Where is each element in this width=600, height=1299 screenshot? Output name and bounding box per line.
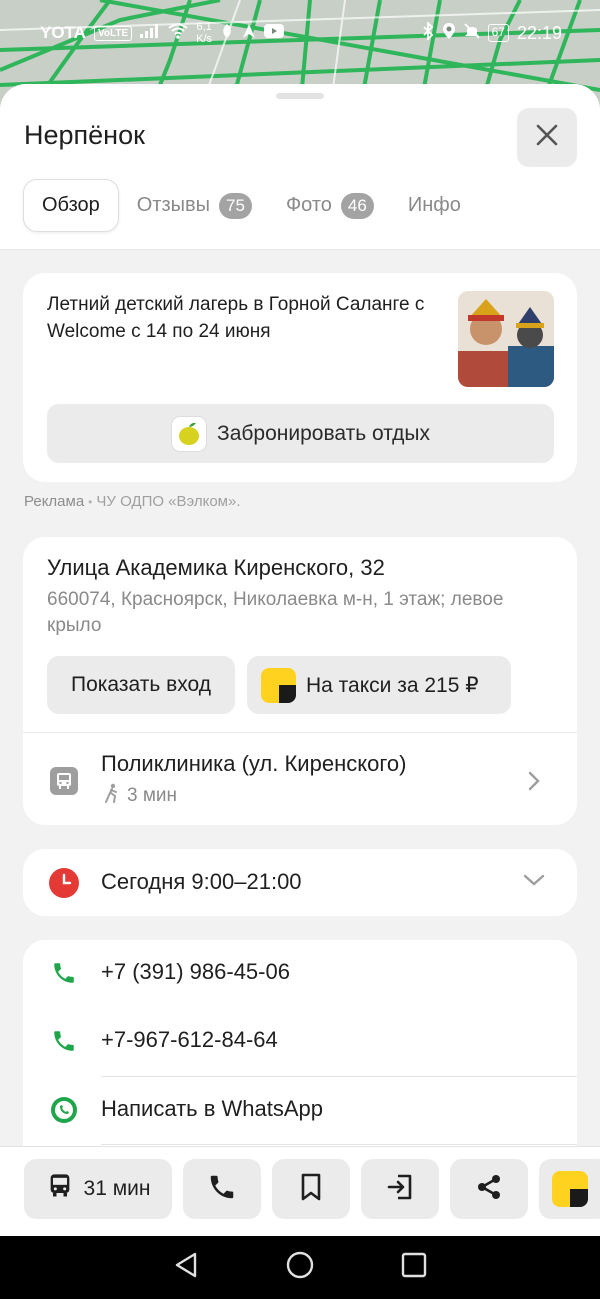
show-entrance-label: Показать вход	[71, 673, 211, 696]
home-icon[interactable]	[285, 1250, 315, 1285]
tab-overview[interactable]: Обзор	[23, 179, 119, 232]
wifi-icon	[168, 23, 188, 44]
book-vacation-button[interactable]: Забронировать отдых	[47, 404, 554, 463]
volte-badge: VoLTE	[93, 25, 133, 41]
phone-row-1[interactable]: +7 (391) 986-45-06	[23, 942, 577, 1002]
ad-label: Реклама	[24, 493, 85, 510]
ad-disclaimer: Реклама • ЧУ ОДПО «Вэлком».	[24, 493, 241, 510]
bookmark-icon	[299, 1173, 323, 1206]
address-card: Улица Академика Киренского, 32 660074, К…	[23, 537, 577, 825]
taxi-icon	[552, 1171, 588, 1207]
route-time-label: 31 мин	[83, 1177, 151, 1200]
close-icon	[536, 124, 558, 151]
entrance-button[interactable]	[361, 1159, 439, 1219]
phone-row-2[interactable]: +7-967-612-84-64	[23, 1010, 577, 1070]
whatsapp-label: Написать в WhatsApp	[101, 1096, 324, 1121]
walk-time-label: 3 мин	[127, 785, 178, 806]
bus-stop-icon	[50, 767, 78, 795]
working-hours-text: Сегодня 9:00–21:00	[101, 869, 302, 894]
share-button[interactable]	[450, 1159, 528, 1219]
carrier-label: YOTA	[40, 23, 86, 42]
tab-label: Инфо	[407, 194, 461, 216]
system-navigation-bar	[0, 1236, 600, 1299]
show-entrance-button[interactable]: Показать вход	[47, 656, 235, 714]
whatsapp-icon	[49, 1095, 79, 1125]
chevron-down-icon	[523, 873, 545, 892]
phone-icon	[207, 1172, 237, 1207]
lemon-icon	[171, 415, 208, 452]
network-speed: 6,1 K/s	[196, 21, 213, 45]
ad-text: Летний детский лагерь в Горной Саланге с…	[47, 294, 425, 342]
notification-icon	[220, 23, 234, 44]
tab-bar: Обзор Отзывы 75 Фото 46 Инфо	[23, 179, 495, 232]
bluetooth-icon	[422, 20, 434, 45]
phone-number-2: +7-967-612-84-64	[101, 1027, 278, 1052]
clock-icon	[49, 868, 79, 898]
youtube-icon	[264, 23, 285, 43]
taxi-icon	[261, 667, 296, 703]
ad-organization: ЧУ ОДПО «Вэлком».	[96, 493, 241, 510]
ad-photo[interactable]	[458, 291, 554, 387]
stop-name: Поликлиника (ул. Киренского)	[101, 751, 407, 776]
working-hours-card[interactable]: Сегодня 9:00–21:00	[23, 849, 577, 916]
place-card-sheet: Нерпёнок Обзор Отзывы 75 Фото 46 Инфо Ле…	[0, 84, 600, 1236]
tab-photos[interactable]: Фото 46	[286, 179, 374, 232]
battery-indicator: 67	[487, 24, 509, 42]
taxi-button-label: На такси за 215 ₽	[306, 673, 479, 697]
phone-icon	[49, 958, 79, 988]
tab-label: Фото	[285, 194, 332, 216]
entrance-icon	[386, 1173, 414, 1206]
sheet-header: Нерпёнок Обзор Отзывы 75 Фото 46 Инфо	[0, 84, 600, 250]
phone-number-1: +7 (391) 986-45-06	[101, 959, 290, 984]
whatsapp-row[interactable]: Написать в WhatsApp	[23, 1079, 577, 1139]
divider	[101, 1076, 577, 1077]
divider	[101, 1144, 577, 1145]
book-button-label: Забронировать отдых	[217, 421, 430, 445]
address-details: 660074, Красноярск, Николаевка м-н, 1 эт…	[47, 589, 504, 636]
address-street[interactable]: Улица Академика Киренского, 32	[47, 555, 385, 581]
route-button[interactable]: 31 мин	[24, 1159, 172, 1219]
separator-dot: •	[88, 495, 93, 509]
signal-icon	[140, 23, 160, 43]
reviews-count-badge: 75	[219, 192, 252, 219]
tab-label: Обзор	[42, 194, 100, 216]
walking-icon	[103, 783, 121, 809]
recents-icon[interactable]	[401, 1252, 427, 1283]
tab-label: Отзывы	[136, 194, 211, 216]
bus-icon	[46, 1172, 74, 1206]
ad-card[interactable]: Летний детский лагерь в Горной Саланге с…	[23, 273, 577, 482]
tab-reviews[interactable]: Отзывы 75	[137, 179, 252, 232]
chevron-right-icon	[527, 770, 541, 797]
place-title: Нерпёнок	[24, 120, 145, 150]
action-bar: 31 мин	[0, 1146, 600, 1236]
tab-info[interactable]: Инфо	[408, 179, 461, 232]
share-icon	[475, 1173, 503, 1206]
drag-handle[interactable]	[276, 93, 324, 99]
back-icon[interactable]	[173, 1251, 199, 1284]
taxi-button[interactable]: На такси за 215 ₽	[247, 656, 511, 714]
status-bar: YOTA VoLTE 6,1 K/s 67 22:19	[0, 0, 600, 66]
mute-icon	[463, 22, 480, 44]
clock-time: 22:19	[516, 22, 562, 43]
phone-icon	[49, 1026, 79, 1056]
walk-time: 3 мин	[103, 783, 177, 809]
bookmark-button[interactable]	[272, 1159, 350, 1219]
photos-count-badge: 46	[340, 192, 374, 219]
location-icon	[442, 22, 456, 45]
close-button[interactable]	[517, 108, 577, 167]
navigation-icon	[242, 23, 256, 44]
taxi-action-button[interactable]	[539, 1159, 600, 1219]
call-button[interactable]	[183, 1159, 261, 1219]
divider	[23, 732, 577, 733]
